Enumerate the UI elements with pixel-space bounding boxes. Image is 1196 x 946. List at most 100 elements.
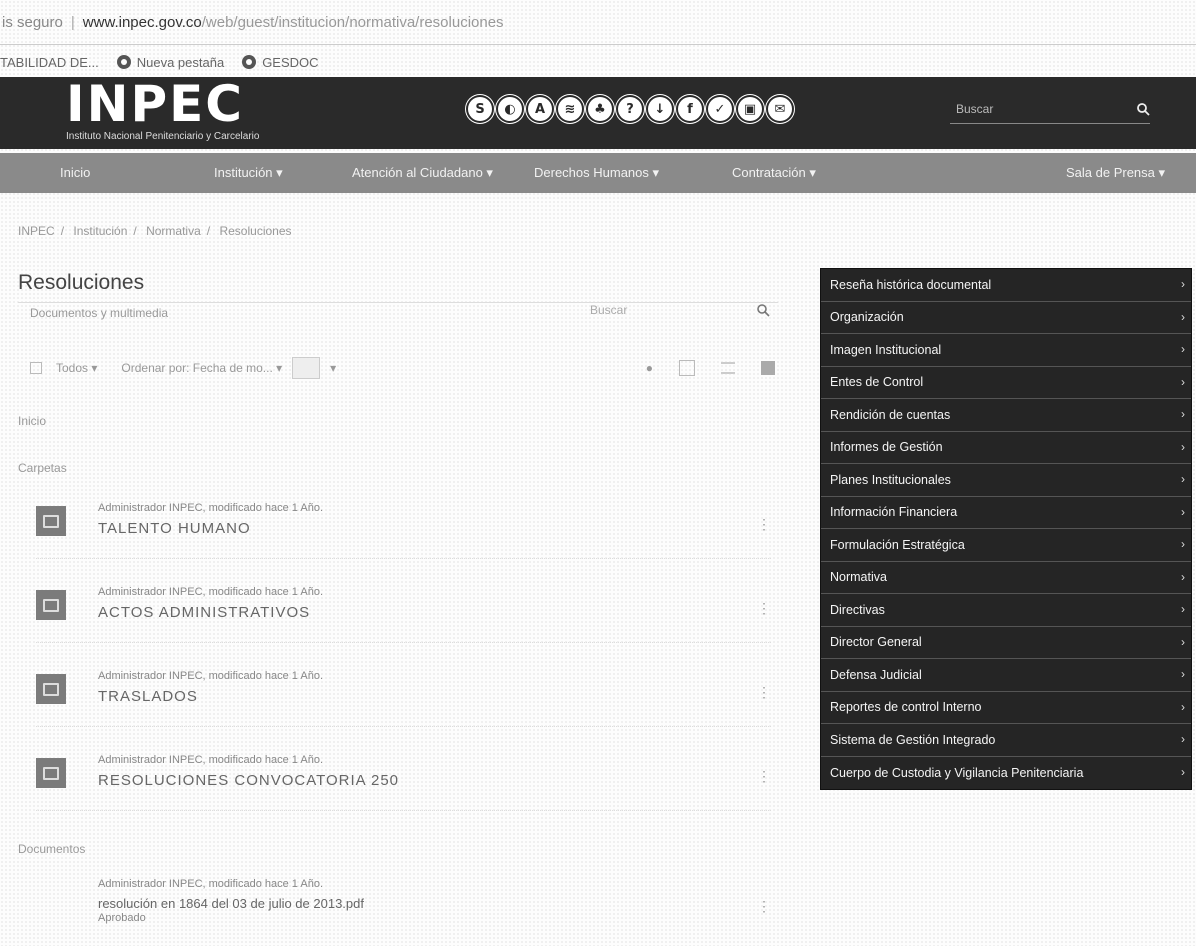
more-options-icon[interactable]: ⋮ (757, 768, 771, 785)
sidebar-item[interactable]: Informes de Gestión › (821, 432, 1191, 464)
folder-name[interactable]: ACTOS ADMINISTRATIVOS (98, 604, 310, 621)
nav-institucion[interactable]: Institución ▾ (214, 165, 283, 181)
youtube-icon[interactable]: ▣ (738, 97, 762, 121)
cards-view-icon[interactable] (679, 360, 695, 376)
chevron-right-icon: › (1181, 309, 1185, 324)
folder-name[interactable]: RESOLUCIONES CONVOCATORIA 250 (98, 772, 399, 789)
document-status: Aprobado (98, 912, 146, 924)
security-label: is seguro (2, 13, 63, 31)
nav-contratacion[interactable]: Contratación ▾ (732, 165, 816, 181)
social-icons: S ◐ A ≋ ♣ ? ↓ f ✓ ▣ ✉ (468, 97, 798, 121)
breadcrumb-item: Resoluciones (219, 224, 292, 238)
sidebar-item[interactable]: Entes de Control › (821, 367, 1191, 399)
bookmark-item[interactable]: Nueva pestaña (116, 55, 224, 70)
docs-search-input[interactable]: Buscar (590, 303, 627, 317)
sidebar-item[interactable]: Defensa Judicial › (821, 659, 1191, 692)
logo[interactable]: INPEC Instituto Nacional Penitenciario y… (66, 79, 259, 142)
sidebar-item[interactable]: Normativa › (821, 562, 1191, 594)
sort-direction-button[interactable] (292, 357, 321, 379)
order-by-select[interactable]: Ordenar por: Fecha de mo... ▾ (121, 361, 282, 375)
chevron-right-icon: › (1181, 569, 1185, 584)
folder-meta: Administrador INPEC, modificado hace 1 A… (98, 502, 324, 514)
breadcrumb-item[interactable]: Normativa (146, 224, 201, 238)
chevron-down-icon[interactable]: ▾ (330, 361, 336, 375)
sidebar-item[interactable]: Reportes de control Interno › (821, 692, 1191, 724)
document-row[interactable]: Administrador INPEC, modificado hace 1 A… (36, 878, 771, 934)
chevron-right-icon: › (1181, 764, 1185, 779)
mail-icon[interactable]: ✉ (768, 97, 792, 121)
site-header: INPEC Instituto Nacional Penitenciario y… (0, 77, 1196, 149)
chevron-right-icon: › (1181, 439, 1185, 454)
sidebar-item[interactable]: Imagen Institucional › (821, 334, 1191, 367)
table-view-icon[interactable] (761, 361, 775, 375)
home-label[interactable]: Inicio (18, 414, 46, 428)
chevron-right-icon: › (1181, 407, 1185, 421)
folder-row[interactable]: Administrador INPEC, modificado hace 1 A… (36, 754, 771, 811)
search-icon[interactable] (1136, 102, 1150, 116)
folder-row[interactable]: Administrador INPEC, modificado hace 1 A… (36, 502, 771, 559)
header-search[interactable]: Buscar (950, 95, 1150, 124)
folder-icon (36, 506, 66, 536)
chevron-right-icon: › (1181, 277, 1185, 291)
chevron-right-icon: › (1181, 374, 1185, 389)
folder-meta: Administrador INPEC, modificado hace 1 A… (98, 670, 324, 682)
address-bar[interactable]: is seguro | www.inpec.gov.co /web/guest/… (0, 0, 1196, 45)
bookmark-item[interactable]: GESDOC (242, 55, 319, 70)
rss-icon[interactable]: ≋ (558, 97, 582, 121)
list-view-icon[interactable] (721, 362, 735, 374)
facebook-icon[interactable]: f (678, 97, 702, 121)
chevron-right-icon: › (1181, 342, 1185, 356)
document-name[interactable]: resolución en 1864 del 03 de julio de 20… (98, 896, 364, 911)
sidebar-item[interactable]: Planes Institucionales › (821, 464, 1191, 497)
social-icon[interactable]: ◐ (498, 97, 522, 121)
sidebar-item[interactable]: Organización › (821, 302, 1191, 334)
document-meta: Administrador INPEC, modificado hace 1 A… (98, 878, 324, 890)
chevron-right-icon: › (1181, 634, 1185, 649)
nav-sala-prensa[interactable]: Sala de Prensa ▾ (1066, 165, 1165, 181)
help-icon[interactable]: ? (618, 97, 642, 121)
sidebar-item[interactable]: Formulación Estratégica › (821, 529, 1191, 562)
sidebar-item[interactable]: Sistema de Gestión Integrado › (821, 724, 1191, 757)
sidebar-item[interactable]: Cuerpo de Custodia y Vigilancia Penitenc… (821, 757, 1191, 790)
social-icon[interactable]: S (468, 97, 492, 121)
sidebar-item[interactable]: Rendición de cuentas › (821, 399, 1191, 432)
more-options-icon[interactable]: ⋮ (757, 516, 771, 533)
download-icon[interactable]: ↓ (648, 97, 672, 121)
more-options-icon[interactable]: ⋮ (757, 898, 771, 915)
folder-row[interactable]: Administrador INPEC, modificado hace 1 A… (36, 586, 771, 643)
folder-name[interactable]: TRASLADOS (98, 688, 198, 705)
breadcrumb-item[interactable]: INPEC (18, 224, 55, 238)
breadcrumb: INPEC / Institución / Normativa / Resolucio… (18, 224, 292, 238)
folder-row[interactable]: Administrador INPEC, modificado hace 1 A… (36, 670, 771, 727)
sitemap-icon[interactable]: ♣ (588, 97, 612, 121)
url-path: /web/guest/institucion/normativa/resoluc… (201, 13, 504, 31)
docs-label[interactable]: Documentos y multimedia (30, 306, 168, 320)
info-icon[interactable]: ● (646, 361, 653, 375)
folder-meta: Administrador INPEC, modificado hace 1 A… (98, 586, 324, 598)
filter-all[interactable]: Todos ▾ (56, 361, 97, 375)
breadcrumb-item[interactable]: Institución (73, 224, 127, 238)
sidebar-item[interactable]: Director General › (821, 627, 1191, 659)
folder-name[interactable]: TALENTO HUMANO (98, 520, 251, 537)
more-options-icon[interactable]: ⋮ (757, 600, 771, 617)
url-host: www.inpec.gov.co (82, 13, 202, 31)
accessibility-icon[interactable]: A (528, 97, 552, 121)
bookmark-item[interactable]: TABILIDAD DE... (0, 55, 99, 70)
sidebar-item[interactable]: Información Financiera › (821, 497, 1191, 529)
more-options-icon[interactable]: ⋮ (757, 684, 771, 701)
nav-inicio[interactable]: Inicio (60, 165, 90, 180)
docs-search[interactable]: Buscar (590, 294, 770, 326)
bookmarks-bar: TABILIDAD DE... Nueva pestaña GESDOC (0, 50, 337, 74)
sidebar-item[interactable]: Directivas › (821, 594, 1191, 627)
nav-atencion[interactable]: Atención al Ciudadano ▾ (352, 165, 493, 181)
nav-derechos[interactable]: Derechos Humanos ▾ (534, 165, 659, 181)
sidebar-item[interactable]: Reseña histórica documental › (821, 269, 1191, 302)
twitter-icon[interactable]: ✓ (708, 97, 732, 121)
select-all-checkbox[interactable] (30, 362, 42, 374)
header-search-input[interactable]: Buscar (956, 102, 993, 116)
chevron-right-icon: › (1181, 699, 1185, 714)
logo-word: INPEC (66, 75, 244, 133)
search-icon[interactable] (756, 303, 770, 317)
folder-icon (36, 758, 66, 788)
chevron-right-icon: › (1181, 732, 1185, 746)
